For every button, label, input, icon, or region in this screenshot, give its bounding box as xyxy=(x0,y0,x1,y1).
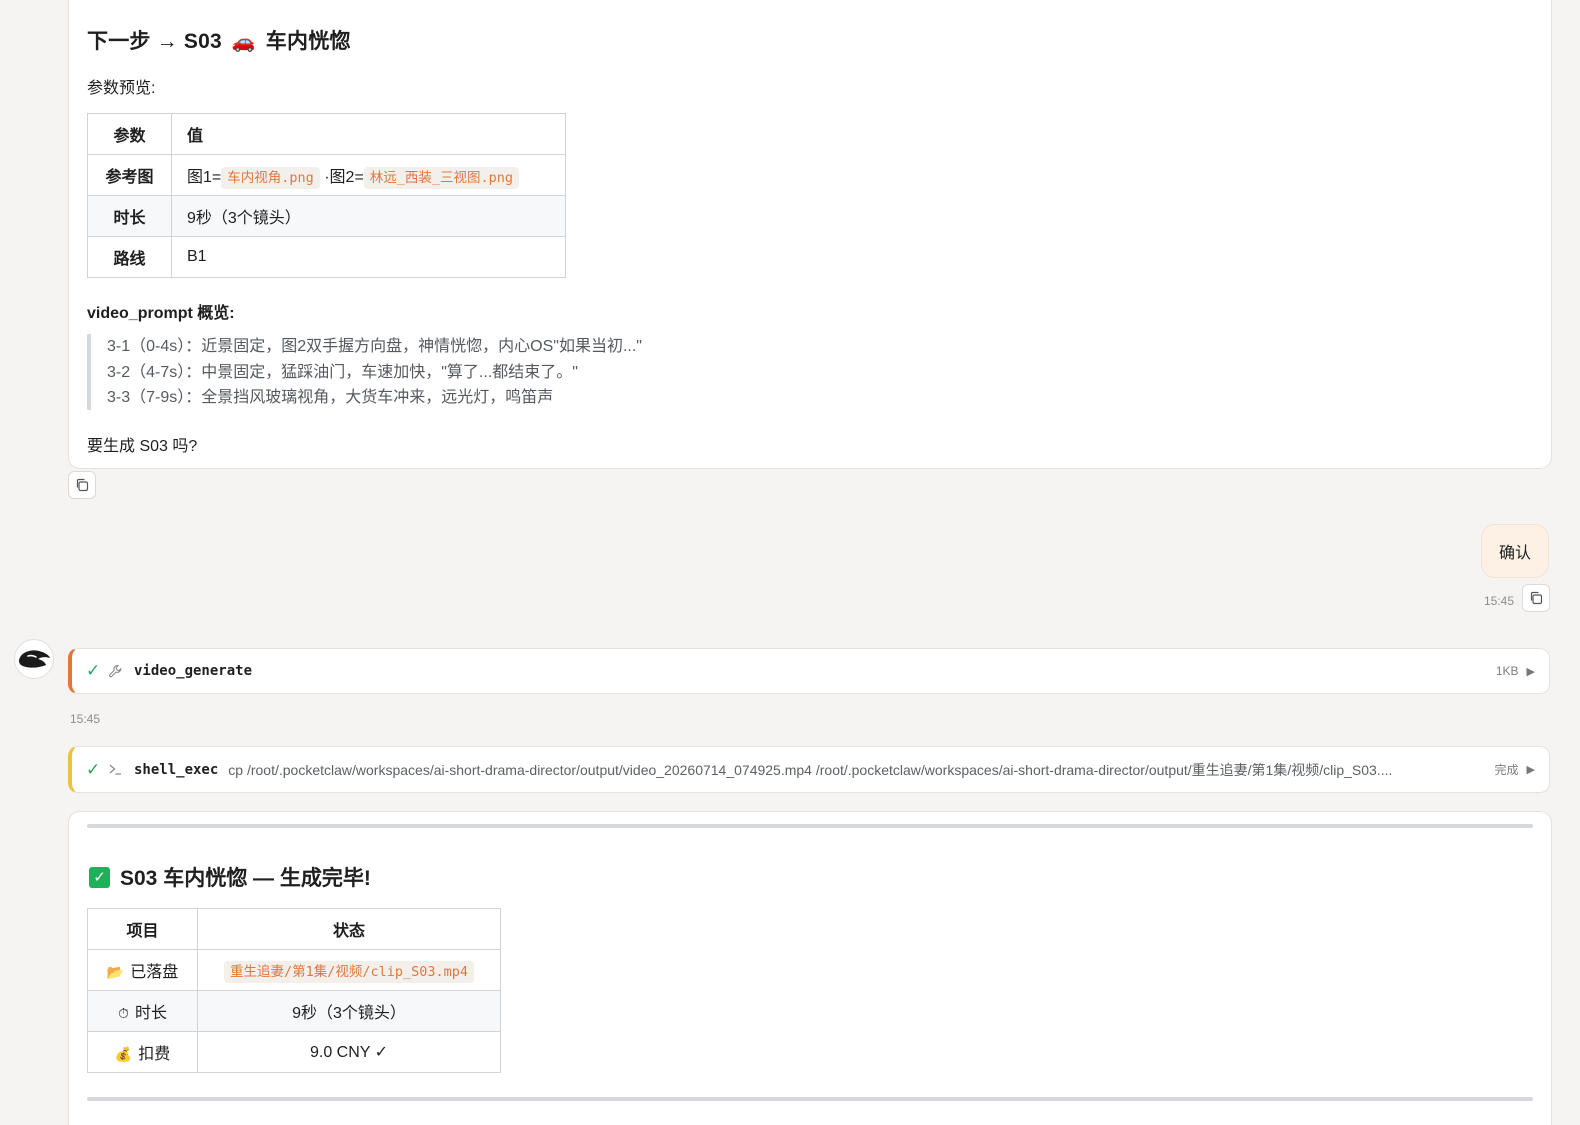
status-value: 9秒（3个镜头） xyxy=(197,990,501,1032)
table-row: 时长 9秒（3个镜头） xyxy=(87,195,566,237)
params-label: 参数预览: xyxy=(87,80,156,97)
table-row: 📂 已落盘 重生追妻/第1集/视频/clip_S03.mp4 xyxy=(87,949,501,991)
expand-triangle-icon[interactable]: ▶ xyxy=(1527,665,1535,678)
tool-call-time: 15:45 xyxy=(70,712,101,726)
param-value: 图1= 车内视角.png ·图2= 林远_西装_三视图.png xyxy=(171,154,566,196)
table-row: 路线 B1 xyxy=(87,236,566,278)
tool-name: video_generate xyxy=(134,663,253,679)
heading-prefix: 下一步 → S03 xyxy=(87,30,222,53)
claw-logo-icon xyxy=(18,650,50,668)
status-table: 项目 状态 📂 已落盘 重生追妻/第1集/视频/clip_S03.mp4 ⏱ 时长 … xyxy=(87,908,501,1073)
tool-name: shell_exec xyxy=(134,761,219,778)
ref-label-2: ·图2= xyxy=(324,169,364,186)
wrench-icon xyxy=(108,664,130,679)
params-table: 参数 值 参考图 图1= 车内视角.png ·图2= 林远_西装_三视图.png 时… xyxy=(87,113,566,278)
terminal-icon xyxy=(108,762,130,777)
copy-button[interactable] xyxy=(68,471,96,499)
file-tag: 林远_西装_三视图.png xyxy=(363,167,520,189)
status-key: 📂 已落盘 xyxy=(87,949,198,991)
status-key-label: 已落盘 xyxy=(130,964,179,981)
user-message-time: 15:45 xyxy=(1484,594,1515,608)
result-message-card: ✓ S03 车内恍惚 — 生成完毕! 项目 状态 📂 已落盘 重生追妻/第1集/视… xyxy=(68,811,1552,1125)
status-key-label: 时长 xyxy=(134,1005,167,1022)
status-header-state: 状态 xyxy=(197,908,501,950)
status-key: ⏱ 时长 xyxy=(87,990,198,1032)
video-prompt-title: video_prompt 概览: xyxy=(87,305,235,322)
params-header-value: 值 xyxy=(171,113,566,155)
money-bag-icon: 💰 xyxy=(114,1046,133,1062)
params-header-row: 参数 值 xyxy=(87,113,566,155)
status-value: 重生追妻/第1集/视频/clip_S03.mp4 xyxy=(197,949,501,991)
chat-page: 下一步 → S03 🚗 车内恍惚 参数预览: 参数 值 参考图 图1= 车内视角.… xyxy=(0,0,1580,1125)
shot-list-quote: 3-1（0-4s）：近景固定，图2双手握方向盘，神情恍惚，内心OS"如果当初..… xyxy=(87,334,787,410)
heading-suffix: 车内恍惚 xyxy=(265,30,351,53)
success-check-icon: ✓ xyxy=(86,661,101,680)
success-check-icon: ✓ xyxy=(86,759,101,779)
folder-icon: 📂 xyxy=(106,964,125,980)
assistant-message-card: 下一步 → S03 🚗 车内恍惚 参数预览: 参数 值 参考图 图1= 车内视角.… xyxy=(68,0,1552,469)
shot-line: 3-1（0-4s）：近景固定，图2双手握方向盘，神情恍惚，内心OS"如果当初..… xyxy=(107,338,642,355)
table-row: ⏱ 时长 9秒（3个镜头） xyxy=(87,990,501,1032)
divider xyxy=(87,824,1533,828)
car-icon: 🚗 xyxy=(231,32,256,53)
stopwatch-icon: ⏱ xyxy=(118,1005,129,1021)
user-message-text: 确认 xyxy=(1498,545,1531,562)
table-row: 参考图 图1= 车内视角.png ·图2= 林远_西装_三视图.png xyxy=(87,154,566,196)
checkmark-box-icon: ✓ xyxy=(89,866,110,888)
param-value: B1 xyxy=(171,236,566,278)
message-heading: 下一步 → S03 🚗 车内恍惚 xyxy=(87,25,351,55)
shell-command: cp /root/.pocketclaw/workspaces/ai-short… xyxy=(228,761,1393,778)
copy-icon xyxy=(76,478,89,492)
copy-icon xyxy=(1530,591,1543,605)
result-title: ✓ S03 车内恍惚 — 生成完毕! xyxy=(89,862,371,892)
divider xyxy=(87,1097,1533,1101)
params-header-key: 参数 xyxy=(87,113,172,155)
shot-line: 3-2（4-7s）：中景固定，猛踩油门，车速加快，"算了...都结束了。" xyxy=(107,363,578,381)
status-value: 9.0 CNY ✓ xyxy=(197,1031,501,1073)
confirm-question: 要生成 S03 吗? xyxy=(87,438,198,455)
file-tag: 车内视角.png xyxy=(221,167,320,189)
result-title-text: S03 车内恍惚 — 生成完毕! xyxy=(120,867,371,890)
param-value: 9秒（3个镜头） xyxy=(171,195,566,237)
param-key: 时长 xyxy=(87,195,172,237)
file-path-tag: 重生追妻/第1集/视频/clip_S03.mp4 xyxy=(223,960,475,983)
shot-line: 3-3（7-9s）：全景挡风玻璃视角，大货车冲来，远光灯，鸣笛声 xyxy=(107,389,554,406)
status-key-label: 扣费 xyxy=(138,1046,171,1063)
assistant-avatar xyxy=(14,639,54,679)
param-key: 参考图 xyxy=(87,154,172,196)
ref-label-1: 图1= xyxy=(187,169,222,186)
status-key: 💰 扣费 xyxy=(87,1031,198,1073)
tool-call-shell-exec[interactable]: ✓ shell_exec cp /root/.pocketclaw/worksp… xyxy=(68,746,1550,793)
expand-triangle-icon[interactable]: ▶ xyxy=(1527,763,1535,776)
user-message-bubble: 确认 xyxy=(1481,524,1549,578)
status-header-row: 项目 状态 xyxy=(87,908,501,950)
tool-status: 完成 xyxy=(1494,763,1519,777)
param-key: 路线 xyxy=(87,236,172,278)
tool-call-video-generate[interactable]: ✓ video_generate 1KB ▶ xyxy=(68,648,1550,694)
tool-output-size: 1KB xyxy=(1495,664,1519,678)
table-row: 💰 扣费 9.0 CNY ✓ xyxy=(87,1031,501,1073)
copy-button[interactable] xyxy=(1522,584,1550,612)
status-header-item: 项目 xyxy=(87,908,198,950)
